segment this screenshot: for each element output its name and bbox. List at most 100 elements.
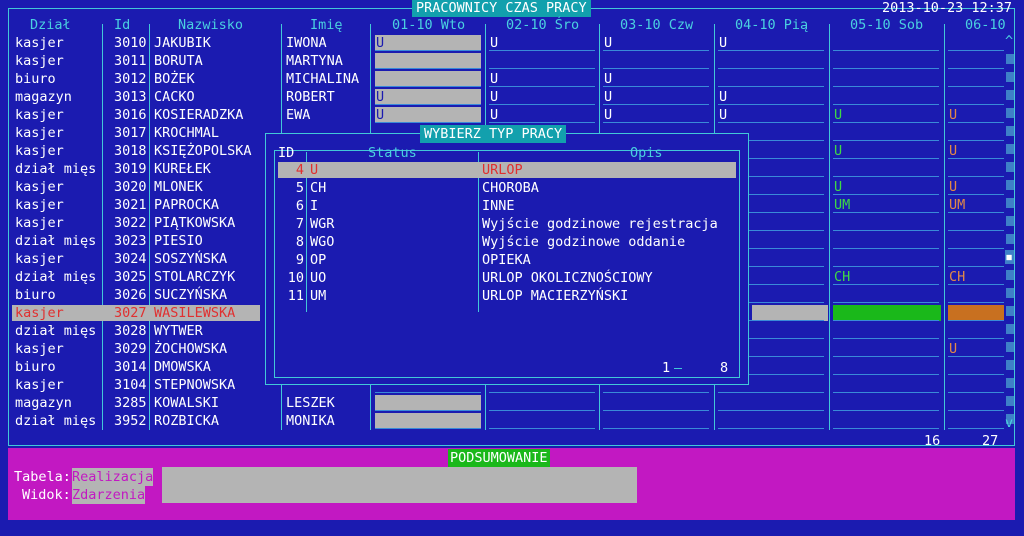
header-imie[interactable]: Imię bbox=[310, 16, 343, 34]
dialog-header-id: ID bbox=[278, 145, 295, 161]
scroll-track-segment[interactable] bbox=[1006, 234, 1014, 244]
day-cell-2[interactable]: U bbox=[490, 70, 498, 88]
scroll-track-segment[interactable] bbox=[1006, 54, 1014, 64]
summary-input-field[interactable] bbox=[162, 467, 637, 503]
day-cell-filled[interactable] bbox=[375, 53, 481, 69]
cell-dzial: kasjer bbox=[15, 143, 64, 159]
day-cell-underline bbox=[603, 428, 709, 429]
widok-value[interactable]: Zdarzenia bbox=[72, 486, 146, 504]
day-cell-4[interactable]: U bbox=[719, 34, 727, 52]
day-cell-5[interactable]: U bbox=[834, 178, 842, 196]
scroll-track-segment[interactable] bbox=[1006, 270, 1014, 280]
day-cell-underline bbox=[948, 230, 1004, 231]
status-cell-orange[interactable] bbox=[948, 305, 1004, 321]
day-cell-filled[interactable] bbox=[375, 35, 481, 51]
day-cell-2[interactable]: U bbox=[490, 88, 498, 106]
scroll-down-icon[interactable]: v bbox=[1005, 414, 1013, 432]
day-cell-filled[interactable] bbox=[375, 395, 481, 411]
cell-id: 3019 bbox=[114, 161, 147, 177]
day-cell-underline bbox=[375, 50, 481, 51]
day-cell-underline bbox=[833, 176, 939, 177]
header-dzial[interactable]: Dział bbox=[30, 16, 71, 34]
day-cell-3[interactable]: U bbox=[604, 70, 612, 88]
day-cell-filled[interactable] bbox=[375, 89, 481, 105]
day-cell-underline bbox=[489, 104, 595, 105]
day-cell-underline bbox=[375, 122, 481, 123]
dialog-item-id: 10 bbox=[287, 270, 304, 286]
scroll-track-segment[interactable] bbox=[1006, 342, 1014, 352]
cell-dzial: dział mięs bbox=[15, 161, 97, 177]
scroll-track-segment[interactable] bbox=[1006, 180, 1014, 190]
cell-id: 3013 bbox=[114, 89, 147, 105]
header-nazwisko[interactable]: Nazwisko bbox=[178, 16, 243, 34]
cell-dzial: kasjer bbox=[15, 107, 64, 123]
day-cell-6[interactable]: U bbox=[949, 106, 957, 124]
day-cell-3[interactable]: U bbox=[604, 34, 612, 52]
dialog-header-status: Status bbox=[368, 145, 417, 161]
dialog-item-opis: INNE bbox=[482, 198, 515, 214]
cell-imie: MONIKA bbox=[286, 413, 335, 429]
header-day-3[interactable]: 03-10 Czw bbox=[620, 16, 693, 34]
day-cell-5[interactable]: U bbox=[834, 142, 842, 160]
header-id[interactable]: Id bbox=[114, 16, 130, 34]
status-cell-green[interactable] bbox=[833, 305, 941, 321]
scroll-track-segment[interactable] bbox=[1006, 198, 1014, 208]
header-day-4[interactable]: 04-10 Pią bbox=[735, 16, 808, 34]
scroll-track-segment[interactable] bbox=[1006, 396, 1014, 406]
scroll-track-segment[interactable] bbox=[1006, 324, 1014, 334]
scroll-track-segment[interactable] bbox=[1006, 378, 1014, 388]
day-cell-underline bbox=[718, 392, 824, 393]
tabela-value[interactable]: Realizacja bbox=[72, 468, 154, 486]
scroll-track-segment[interactable] bbox=[1006, 306, 1014, 316]
day-cell-3[interactable]: U bbox=[604, 106, 612, 124]
cell-nazwisko: PAPROCKA bbox=[154, 197, 220, 213]
header-day-6[interactable]: 06-10 bbox=[965, 16, 1006, 34]
datetime: 2013-10-23 12:37 bbox=[882, 0, 1013, 16]
scroll-thumb[interactable]: ▪ bbox=[1005, 250, 1014, 264]
day-cell-6[interactable]: UM bbox=[949, 196, 965, 214]
day-cell-5[interactable]: CH bbox=[834, 268, 850, 286]
day-cell-1[interactable]: U bbox=[376, 106, 384, 124]
day-cell-4[interactable]: U bbox=[719, 88, 727, 106]
day-cell-6[interactable]: CH bbox=[949, 268, 965, 286]
day-cell-1[interactable]: U bbox=[376, 34, 384, 52]
day-cell-underline bbox=[375, 104, 481, 105]
day-cell-underline bbox=[948, 320, 1004, 321]
day-cell-4[interactable]: U bbox=[719, 106, 727, 124]
scroll-track-segment[interactable] bbox=[1006, 90, 1014, 100]
day-cell-filled[interactable] bbox=[375, 413, 481, 429]
cell-dzial: kasjer bbox=[15, 341, 64, 357]
day-cell-2[interactable]: U bbox=[490, 106, 498, 124]
header-day-5[interactable]: 05-10 Sob bbox=[850, 16, 923, 34]
scroll-track-segment[interactable] bbox=[1006, 162, 1014, 172]
scroll-track-segment[interactable] bbox=[1006, 216, 1014, 226]
day-cell-1[interactable]: U bbox=[376, 88, 384, 106]
day-cell-filled[interactable] bbox=[375, 71, 481, 87]
day-cell-5[interactable]: UM bbox=[834, 196, 850, 214]
day-cell-2[interactable]: U bbox=[490, 34, 498, 52]
day-cell-6[interactable]: U bbox=[949, 340, 957, 358]
day-cell-6[interactable]: U bbox=[949, 142, 957, 160]
header-day-2[interactable]: 02-10 Śro bbox=[506, 16, 579, 34]
dialog-item-id: 4 bbox=[295, 162, 304, 178]
scroll-track-segment[interactable] bbox=[1006, 360, 1014, 370]
scroll-track-segment[interactable] bbox=[1006, 144, 1014, 154]
scroll-track-segment[interactable] bbox=[1006, 108, 1014, 118]
cell-dzial: biuro bbox=[15, 71, 56, 87]
day-cell-6[interactable]: U bbox=[949, 178, 957, 196]
scroll-track-segment[interactable] bbox=[1006, 288, 1014, 298]
work-type-dialog[interactable]: WYBIERZ TYP PRACY ID Status Opis 4 U URLOP… bbox=[265, 125, 749, 385]
day-cell-underline bbox=[718, 122, 824, 123]
scroll-up-icon[interactable]: ^ bbox=[1005, 32, 1013, 50]
day-cell-filled[interactable] bbox=[375, 107, 481, 123]
day-cell-5[interactable]: U bbox=[834, 106, 842, 124]
scroll-track-segment[interactable] bbox=[1006, 126, 1014, 136]
cell-dzial: biuro bbox=[15, 287, 56, 303]
scroll-track-segment[interactable] bbox=[1006, 72, 1014, 82]
summary-title: PODSUMOWANIE bbox=[448, 449, 550, 467]
day-cell-3[interactable]: U bbox=[604, 88, 612, 106]
cell-dzial: dział mięs bbox=[15, 413, 97, 429]
header-day-1[interactable]: 01-10 Wto bbox=[392, 16, 465, 34]
day-cell-underline bbox=[833, 410, 939, 411]
cell-id: 3018 bbox=[114, 143, 147, 159]
